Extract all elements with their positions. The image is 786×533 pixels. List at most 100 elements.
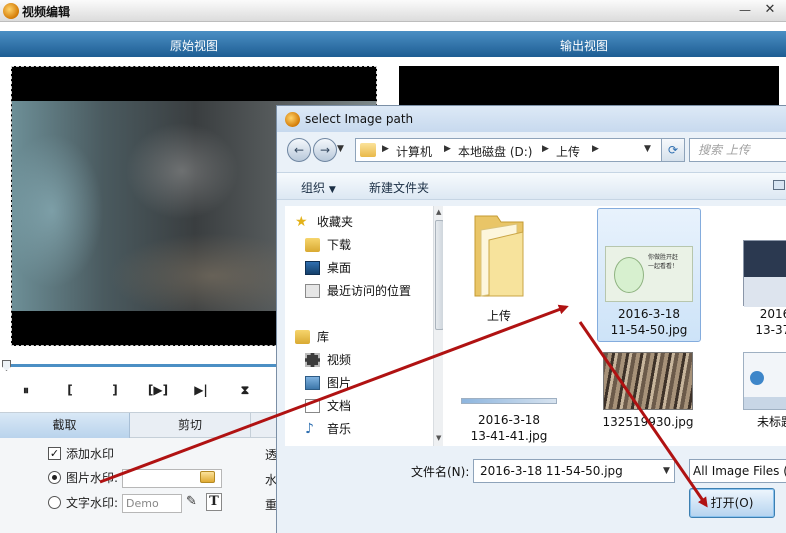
music-note-icon: ♪ — [305, 421, 314, 437]
thumbnail-image — [743, 352, 786, 410]
mark-in-button[interactable]: [ — [59, 380, 81, 400]
recent-places-icon — [305, 284, 320, 298]
new-folder-button[interactable]: 新建文件夹 — [369, 179, 429, 196]
dialog-titlebar: select Image path — [277, 106, 786, 132]
thumbnail-text: 你做胜开赶 一起看看！ — [648, 254, 679, 270]
filename-input[interactable]: 2016-3-18 11-54-50.jpg — [473, 459, 675, 483]
file-name: 2016-3-18 11-54-50.jpg — [610, 307, 688, 337]
tab-crop[interactable]: 截取 — [0, 413, 130, 438]
dialog-toolbar: 组织 ▼ 新建文件夹 — [277, 172, 786, 200]
picture-library-icon — [305, 376, 320, 390]
breadcrumb-upload[interactable]: 上传 — [556, 143, 580, 160]
editor-titlebar: 视频编辑 — ✕ — [0, 0, 786, 22]
next-frame-button[interactable]: ▶| — [190, 380, 212, 400]
pause-button[interactable]: ⏸ — [15, 380, 37, 400]
forward-button[interactable]: → — [313, 138, 337, 162]
pen-icon[interactable]: ✎ — [186, 494, 197, 509]
file-name: 2016-3-18 13-41-41.jpg — [470, 413, 548, 443]
navigation-pane: ★ 收藏夹 下载 桌面 最近访问的位置 库 视频 图片 文档 ♪ 音乐 ▲ ▼ — [285, 206, 445, 446]
filename-label: 文件名(N): — [411, 465, 470, 479]
playback-controls: ⏸ [ ] [▶] ▶| ⧗ — [0, 376, 280, 406]
original-view-label: 原始视图 — [170, 39, 219, 53]
play-selection-button[interactable]: [▶] — [140, 380, 176, 400]
file-item-image[interactable]: 132519930.jpg — [593, 352, 703, 442]
browse-folder-icon[interactable] — [200, 471, 215, 483]
chevron-right-icon[interactable]: ▶ — [382, 144, 389, 154]
image-watermark-radio[interactable] — [48, 471, 61, 484]
add-watermark-label: 添加水印 — [66, 447, 115, 461]
thumbnail-image: 你做胜开赶 一起看看！ — [605, 246, 693, 302]
timeline-slider[interactable] — [0, 360, 300, 372]
minimize-button[interactable]: — — [736, 3, 754, 19]
file-name: 未标题 — [756, 415, 786, 429]
image-watermark-label: 图片水印: — [66, 471, 119, 485]
thumbnail-band — [744, 397, 786, 409]
dialog-app-icon — [285, 112, 300, 127]
file-item-folder[interactable]: 上传 — [459, 210, 539, 330]
file-item-image[interactable]: 未标题 — [739, 352, 786, 442]
organize-label: 组织 — [301, 181, 326, 195]
address-dropdown-icon[interactable]: ▼ — [644, 144, 651, 154]
font-icon[interactable]: T — [206, 493, 222, 511]
file-type-filter[interactable]: All Image Files ( — [689, 459, 786, 483]
text-watermark-input[interactable]: Demo — [122, 494, 182, 513]
desktop-icon — [305, 261, 320, 275]
chevron-right-icon[interactable]: ▶ — [592, 144, 599, 154]
close-button[interactable]: ✕ — [758, 2, 782, 20]
breadcrumb-computer[interactable]: 计算机 — [396, 143, 432, 160]
thumbnail-lower — [744, 277, 786, 307]
text-watermark-label: 文字水印: — [66, 496, 119, 510]
dialog-title: select Image path — [305, 112, 414, 126]
search-input[interactable]: 搜索 上传 — [689, 138, 786, 162]
file-item-selected-image[interactable]: 你做胜开赶 一起看看！ 2016-3-18 11-54-50.jpg — [601, 210, 697, 340]
scroll-up-icon[interactable]: ▲ — [436, 208, 441, 216]
view-options-icon[interactable] — [773, 180, 785, 190]
editor-title: 视频编辑 — [22, 5, 71, 19]
output-view-label: 输出视图 — [560, 39, 609, 53]
file-name: 上传 — [486, 309, 511, 323]
video-library-icon — [305, 353, 320, 367]
timeline-track — [6, 364, 300, 367]
history-dropdown-icon[interactable]: ▼ — [337, 144, 344, 154]
mark-out-button[interactable]: ] — [104, 380, 126, 400]
star-icon: ★ — [295, 214, 308, 230]
download-folder-icon — [305, 238, 320, 252]
file-list-pane: 上传 你做胜开赶 一起看看！ 2016-3-18 11-54-50.jpg 20… — [443, 206, 786, 446]
select-image-dialog: select Image path ← → ▼ ▶ 计算机 ▶ 本地磁盘 (D:… — [276, 105, 786, 533]
thumbnail-image — [743, 240, 786, 307]
tab-cut[interactable]: 剪切 — [130, 413, 250, 438]
timeline-handle[interactable] — [2, 360, 11, 371]
file-name: 2016 13-37- — [755, 307, 786, 337]
document-library-icon — [305, 399, 320, 413]
cartoon-face-icon — [614, 257, 644, 293]
file-item-image[interactable]: 2016-3-18 13-41-41.jpg — [459, 352, 559, 443]
open-button[interactable]: 打开(O) — [689, 488, 775, 518]
hourglass-button[interactable]: ⧗ — [234, 380, 256, 400]
folder-icon — [360, 143, 376, 157]
library-icon — [295, 330, 310, 344]
thumbnail-dot — [750, 371, 764, 385]
thumbnail-image — [461, 398, 557, 404]
watermark-panel: ✓ 添加水印 图片水印: 文字水印: Demo ✎ T 透 水 重 — [0, 438, 280, 533]
refresh-button[interactable]: ⟳ — [661, 138, 685, 162]
folder-icon — [474, 215, 524, 297]
back-button[interactable]: ← — [287, 138, 311, 162]
file-item-partial-image[interactable]: 2016 13-37- — [739, 210, 786, 340]
app-icon — [3, 3, 19, 19]
thumbnail-image — [603, 352, 693, 410]
filename-row: 文件名(N): 2016-3-18 11-54-50.jpg ▼ All Ima… — [277, 456, 786, 486]
add-watermark-checkbox[interactable]: ✓ — [48, 447, 61, 460]
edit-tabbar: 截取 剪切 — [0, 412, 280, 438]
chevron-right-icon[interactable]: ▶ — [542, 144, 549, 154]
navigation-row: ← → ▼ ▶ 计算机 ▶ 本地磁盘 (D:) ▶ 上传 ▶ ▼ ⟳ 搜索 上传 — [277, 136, 786, 166]
file-name: 132519930.jpg — [602, 415, 694, 429]
address-bar[interactable]: ▶ 计算机 ▶ 本地磁盘 (D:) ▶ 上传 ▶ ▼ — [355, 138, 683, 162]
chevron-down-icon: ▼ — [328, 185, 336, 195]
scroll-down-icon[interactable]: ▼ — [436, 434, 441, 442]
chevron-right-icon[interactable]: ▶ — [444, 144, 451, 154]
view-header: 原始视图 输出视图 — [0, 31, 786, 57]
text-watermark-radio[interactable] — [48, 496, 61, 509]
breadcrumb-local-disk[interactable]: 本地磁盘 (D:) — [458, 143, 532, 160]
organize-menu[interactable]: 组织 ▼ — [301, 179, 336, 196]
filename-dropdown-icon[interactable]: ▼ — [663, 466, 670, 476]
